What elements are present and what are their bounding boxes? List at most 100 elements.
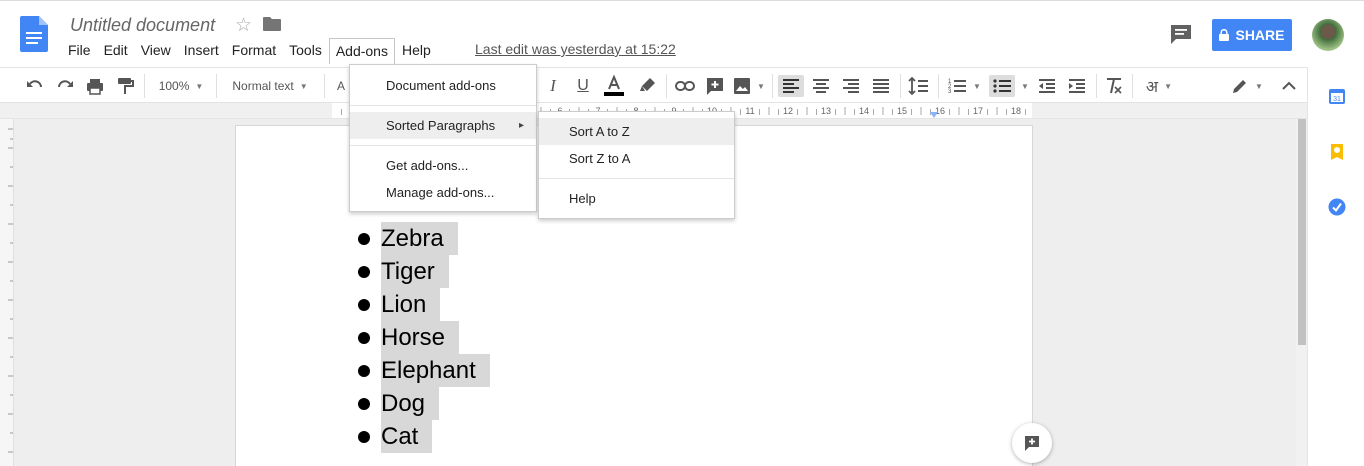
list-item[interactable]: Elephant xyxy=(358,354,490,387)
menu-file[interactable]: File xyxy=(62,38,97,62)
align-center-icon[interactable] xyxy=(808,75,834,97)
calendar-icon[interactable]: 31 xyxy=(1328,87,1346,105)
decrease-indent-icon[interactable] xyxy=(1034,75,1060,97)
scrollbar-thumb[interactable] xyxy=(1298,119,1306,345)
document-title[interactable]: Untitled document xyxy=(70,15,215,36)
hindi-input-label: अ xyxy=(1145,79,1159,96)
ruler-label: 13 xyxy=(821,106,831,116)
star-icon[interactable]: ☆ xyxy=(235,14,252,37)
menu-item-manage-addons[interactable]: Manage add-ons... xyxy=(386,179,494,206)
top-border xyxy=(0,0,1364,1)
input-tools-button[interactable]: अ ▼ xyxy=(1140,75,1178,97)
menu-tools[interactable]: Tools xyxy=(283,38,328,62)
list-item[interactable]: Lion xyxy=(358,288,441,321)
list-item-text: Lion xyxy=(381,288,441,321)
menu-view[interactable]: View xyxy=(135,38,177,62)
list-item-text: Dog xyxy=(381,387,440,420)
highlight-icon[interactable] xyxy=(636,75,658,97)
collapse-chevron-icon[interactable] xyxy=(1278,75,1300,97)
bulleted-list-icon xyxy=(993,79,1012,93)
last-edit-link[interactable]: Last edit was yesterday at 15:22 xyxy=(475,41,676,57)
bullet-dot-icon xyxy=(358,397,370,410)
side-panel: 31 xyxy=(1307,67,1364,466)
print-icon[interactable] xyxy=(84,75,106,97)
style-select[interactable]: Normal text ▼ xyxy=(224,75,316,97)
undo-icon[interactable] xyxy=(24,75,46,97)
link-icon[interactable] xyxy=(674,75,696,97)
list-item[interactable]: Cat xyxy=(358,420,433,453)
align-left-icon[interactable] xyxy=(778,75,804,97)
align-right-icon[interactable] xyxy=(838,75,864,97)
underline-icon[interactable]: U xyxy=(574,75,592,97)
bullet-dot-icon xyxy=(358,265,370,278)
keep-icon[interactable] xyxy=(1329,143,1345,161)
toolbar: 100% ▼ Normal text ▼ A I U ▼ 1 2 3 ▼ ▼ अ… xyxy=(0,67,1307,103)
add-comment-button[interactable] xyxy=(1012,423,1052,463)
paint-format-icon[interactable] xyxy=(114,75,136,97)
folder-icon[interactable] xyxy=(263,17,281,31)
menu-edit[interactable]: Edit xyxy=(98,38,134,62)
justify-icon[interactable] xyxy=(868,75,894,97)
toolbar-separator xyxy=(938,74,939,98)
menu-bar: File Edit View Insert Format Tools Add-o… xyxy=(62,38,438,64)
menu-item-sort-z-to-a[interactable]: Sort Z to A xyxy=(569,145,630,172)
menu-item-get-addons[interactable]: Get add-ons... xyxy=(386,152,468,179)
menu-item-sort-a-to-z[interactable]: Sort A to Z xyxy=(539,118,734,145)
toolbar-separator xyxy=(1096,74,1097,98)
clear-formatting-icon[interactable] xyxy=(1102,75,1126,97)
menu-item-sorted-paragraphs[interactable]: Sorted Paragraphs ▸ xyxy=(350,112,536,139)
tasks-icon[interactable] xyxy=(1328,198,1346,216)
style-value: Normal text xyxy=(232,79,294,93)
calendar-day: 31 xyxy=(1333,96,1341,103)
toolbar-separator xyxy=(144,74,145,98)
list-item[interactable]: Zebra xyxy=(358,222,458,255)
docs-logo-icon[interactable] xyxy=(20,16,48,52)
toolbar-separator xyxy=(216,74,217,98)
insert-image-button[interactable]: ▼ xyxy=(732,75,766,97)
bullet-dot-icon xyxy=(358,331,370,344)
numbered-list-button[interactable]: 1 2 3 ▼ xyxy=(944,75,984,97)
list-item-text: Cat xyxy=(381,420,433,453)
caret-down-icon: ▼ xyxy=(299,81,308,91)
font-select[interactable]: A xyxy=(334,75,348,97)
bullet-dot-icon xyxy=(358,298,370,311)
bulleted-list-pressed xyxy=(989,75,1016,97)
line-spacing-icon[interactable] xyxy=(906,75,932,97)
lock-icon xyxy=(1219,29,1230,41)
ruler-margin-left xyxy=(0,103,332,119)
menu-addons[interactable]: Add-ons xyxy=(328,38,395,64)
vertical-ruler[interactable] xyxy=(0,119,14,466)
zoom-select[interactable]: 100% ▼ xyxy=(152,75,210,97)
svg-text:3: 3 xyxy=(948,89,952,95)
redo-icon[interactable] xyxy=(54,75,76,97)
comments-icon[interactable] xyxy=(1170,24,1192,44)
menu-item-document-addons[interactable]: Document add-ons xyxy=(386,72,496,99)
share-button[interactable]: SHARE xyxy=(1212,19,1292,51)
menu-separator xyxy=(350,105,536,106)
bulleted-list-button[interactable]: ▼ xyxy=(988,75,1030,97)
italic-icon[interactable]: I xyxy=(544,75,562,97)
text-color-icon[interactable] xyxy=(602,75,626,97)
menu-help[interactable]: Help xyxy=(396,38,437,62)
editing-mode-button[interactable]: ▼ xyxy=(1228,75,1266,97)
caret-down-icon: ▼ xyxy=(1164,81,1173,91)
toolbar-separator xyxy=(324,74,325,98)
pencil-icon xyxy=(1233,80,1247,93)
menu-separator xyxy=(350,145,536,146)
list-item-text: Tiger xyxy=(381,255,449,288)
image-icon xyxy=(734,78,751,94)
ruler-label: 17 xyxy=(973,106,983,116)
list-item[interactable]: Tiger xyxy=(358,255,449,288)
ruler-label: 11 xyxy=(745,106,754,116)
menu-format[interactable]: Format xyxy=(226,38,282,62)
insert-comment-icon[interactable] xyxy=(704,75,726,97)
ruler-label: 12 xyxy=(783,106,793,116)
menu-insert[interactable]: Insert xyxy=(178,38,225,62)
menu-item-help[interactable]: Help xyxy=(569,185,596,212)
increase-indent-icon[interactable] xyxy=(1064,75,1090,97)
avatar[interactable] xyxy=(1312,19,1344,51)
list-item[interactable]: Dog xyxy=(358,387,440,420)
list-item[interactable]: Horse xyxy=(358,321,460,354)
ruler-margin-right xyxy=(1032,103,1307,119)
ruler-label: 16 xyxy=(935,106,945,116)
